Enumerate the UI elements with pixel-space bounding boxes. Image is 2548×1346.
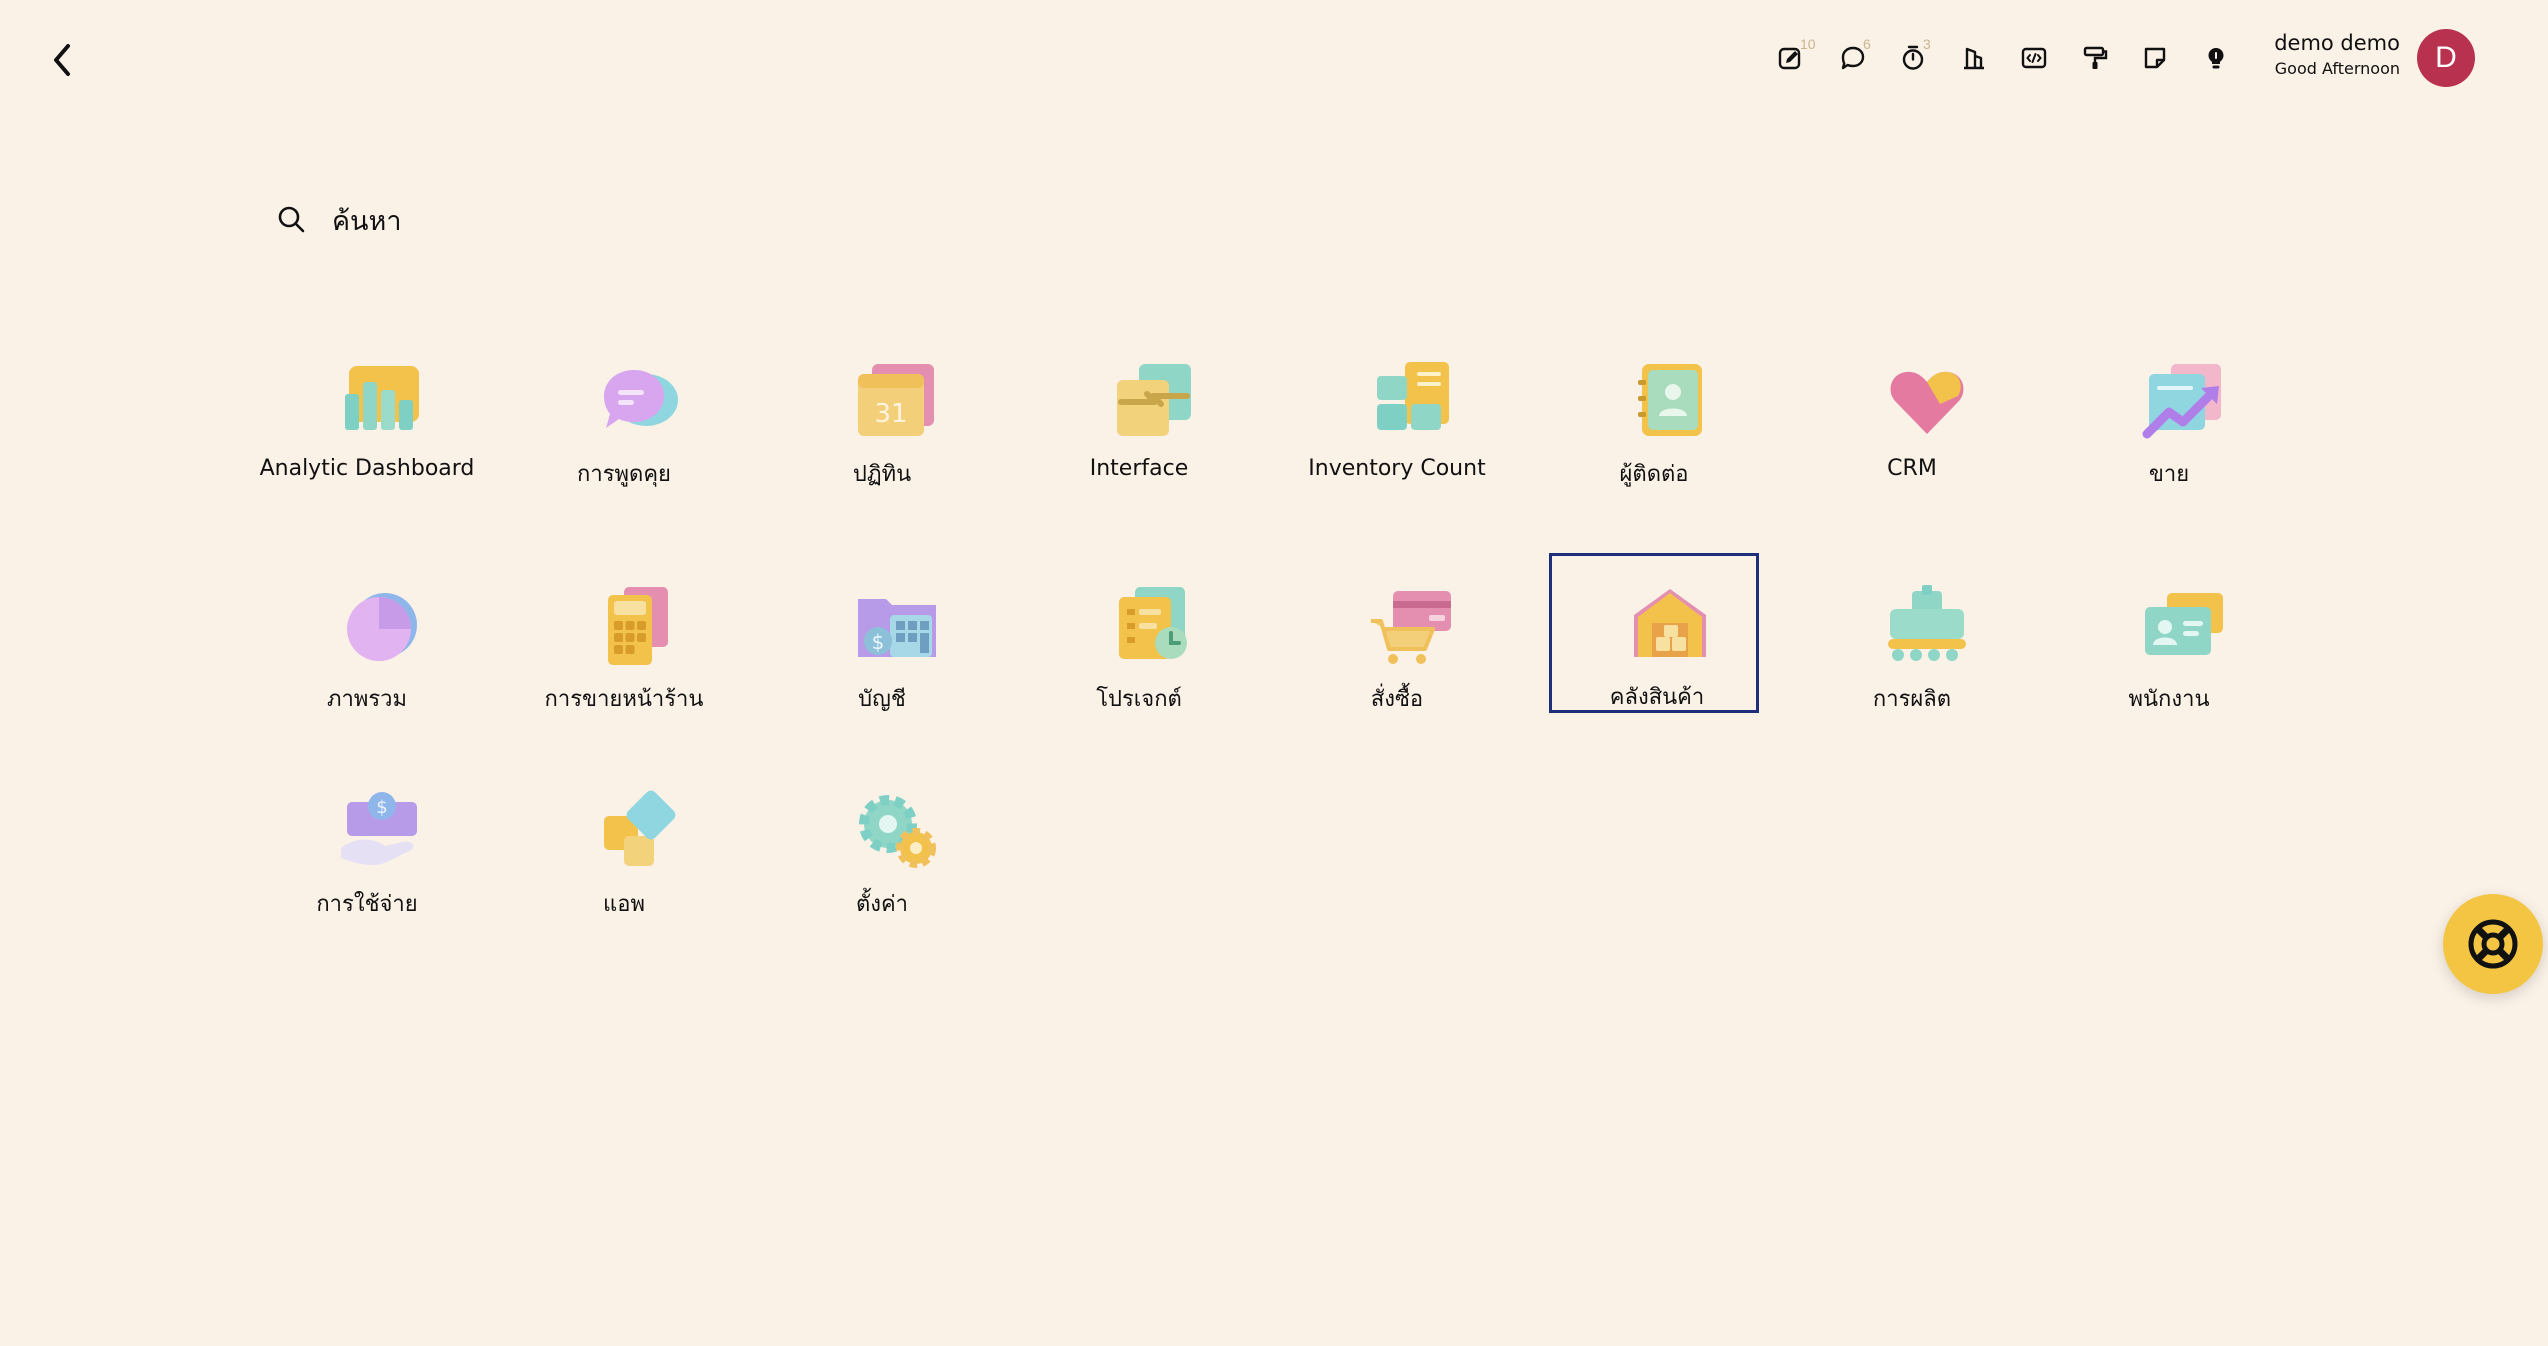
calendar-icon: 31 xyxy=(858,364,934,436)
app-label: คลังสินค้า xyxy=(1609,685,1705,710)
app-overview[interactable]: ภาพรวม xyxy=(262,555,472,715)
svg-text:$: $ xyxy=(872,630,885,654)
app-inventory-count[interactable]: Inventory Count xyxy=(1292,330,1502,490)
tips-button[interactable] xyxy=(2196,38,2236,78)
top-bar: 10 6 3 demo demo Good Afternoon D xyxy=(0,0,2548,120)
user-info[interactable]: demo demo Good Afternoon xyxy=(2270,28,2400,88)
app-label: การผลิต xyxy=(1872,687,1952,712)
inventory-count-icon xyxy=(1377,362,1449,430)
dashboard-icon xyxy=(345,366,419,430)
activity-badge: 10 xyxy=(1800,36,1816,52)
timer-button[interactable]: 3 xyxy=(1893,36,1933,78)
search-bar xyxy=(240,180,2300,260)
app-label: บัญชี xyxy=(858,687,906,712)
app-point-of-sale[interactable]: การขายหน้าร้าน xyxy=(519,555,729,715)
chat-badge: 6 xyxy=(1863,36,1871,52)
app-apps[interactable]: แอพ xyxy=(519,760,729,920)
crm-icon xyxy=(1890,371,1964,434)
activity-button[interactable]: 10 xyxy=(1770,36,1816,78)
theme-button[interactable] xyxy=(2075,38,2115,78)
app-label: สั่งซื้อ xyxy=(1370,687,1424,712)
app-label: ตั้งค่า xyxy=(855,892,909,917)
interface-icon xyxy=(1117,364,1191,436)
app-label: ขาย xyxy=(2148,462,2190,487)
apps-icon xyxy=(604,790,676,866)
app-settings[interactable]: ตั้งค่า xyxy=(777,760,987,920)
app-label: Interface xyxy=(1089,456,1189,481)
app-label: โปรเจกต์ xyxy=(1096,687,1182,712)
paint-roller-icon xyxy=(2083,46,2108,69)
company-switcher-button[interactable] xyxy=(1954,38,1994,78)
search-input[interactable] xyxy=(330,196,2234,246)
app-inventory[interactable]: คลังสินค้า xyxy=(1549,553,1759,713)
app-calendar[interactable]: 31 ปฏิทิน xyxy=(777,330,987,490)
app-interface[interactable]: Interface xyxy=(1034,330,1244,490)
timer-badge: 3 xyxy=(1923,36,1931,52)
chat-button[interactable]: 6 xyxy=(1833,36,1873,78)
expenses-icon: $ xyxy=(341,792,417,865)
overview-icon xyxy=(347,593,417,661)
back-button[interactable] xyxy=(44,38,80,82)
app-crm[interactable]: CRM xyxy=(1807,330,2017,490)
employees-icon xyxy=(2145,593,2223,655)
app-label: Inventory Count xyxy=(1308,456,1486,481)
app-analytic-dashboard[interactable]: Analytic Dashboard xyxy=(260,330,474,490)
accounting-icon: $ xyxy=(858,599,936,657)
company-icon xyxy=(1964,47,1984,70)
search-icon xyxy=(278,206,305,233)
project-icon xyxy=(1119,587,1187,659)
avatar[interactable]: D xyxy=(2417,29,2475,87)
app-sales[interactable]: ขาย xyxy=(2064,330,2274,490)
lightbulb-icon xyxy=(2208,48,2224,69)
app-purchase[interactable]: สั่งซื้อ xyxy=(1292,555,1502,715)
sticky-note-icon xyxy=(2144,47,2166,69)
app-label: ปฏิทิน xyxy=(852,462,912,487)
manufacturing-icon xyxy=(1888,585,1966,661)
app-contacts[interactable]: ผู้ติดต่อ xyxy=(1549,330,1759,490)
help-button[interactable] xyxy=(2443,894,2543,994)
chevron-left-icon xyxy=(54,44,70,76)
app-expenses[interactable]: $ การใช้จ่าย xyxy=(262,760,472,920)
code-icon xyxy=(2021,47,2047,69)
app-label: การขายหน้าร้าน xyxy=(544,687,704,712)
app-employees[interactable]: พนักงาน xyxy=(2064,555,2274,715)
app-label: พนักงาน xyxy=(2128,687,2210,712)
app-label: แอพ xyxy=(603,892,645,917)
app-project[interactable]: โปรเจกต์ xyxy=(1034,555,1244,715)
calendar-date: 31 xyxy=(874,399,907,429)
app-label: ภาพรวม xyxy=(326,687,408,712)
purchase-icon xyxy=(1371,591,1451,664)
app-accounting[interactable]: $ บัญชี xyxy=(777,555,987,715)
notes-button[interactable] xyxy=(2135,38,2175,78)
app-manufacturing[interactable]: การผลิต xyxy=(1807,555,2017,715)
app-label: CRM xyxy=(1887,456,1937,481)
discuss-icon xyxy=(604,370,678,428)
inventory-icon xyxy=(1634,589,1706,657)
settings-icon xyxy=(859,795,936,868)
user-name: demo demo xyxy=(2274,31,2400,55)
app-label: Analytic Dashboard xyxy=(259,456,475,481)
user-greeting: Good Afternoon xyxy=(2274,59,2400,78)
developer-tools-button[interactable] xyxy=(2014,38,2054,78)
lifebuoy-icon xyxy=(2468,919,2518,969)
svg-text:$: $ xyxy=(376,797,387,818)
sales-icon xyxy=(2142,364,2221,439)
app-discuss[interactable]: การพูดคุย xyxy=(519,330,729,490)
contacts-icon xyxy=(1638,364,1702,436)
app-label: การพูดคุย xyxy=(577,462,671,487)
point-of-sale-icon xyxy=(608,587,668,665)
app-label: การใช้จ่าย xyxy=(316,892,418,917)
app-label: ผู้ติดต่อ xyxy=(1619,462,1689,487)
